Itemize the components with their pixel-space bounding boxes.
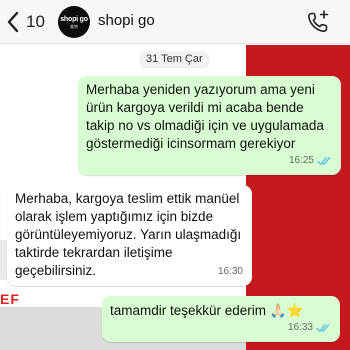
unread-count: 10 bbox=[26, 12, 45, 31]
chevron-left-icon bbox=[7, 11, 19, 33]
date-label: 31 Tem Çar bbox=[146, 53, 203, 65]
avatar-logo-subtext: 美物 bbox=[70, 23, 78, 29]
chat-title[interactable]: shopi go bbox=[98, 12, 155, 29]
back-button[interactable]: 10 bbox=[6, 8, 45, 36]
add-call-button[interactable] bbox=[305, 9, 331, 35]
message-bubble-incoming[interactable]: Merhaba, kargoya teslim ettik manüel ola… bbox=[7, 185, 252, 286]
phone-plus-icon bbox=[307, 10, 329, 33]
avatar-logo-text: shopi go bbox=[60, 15, 88, 23]
double-check-icon bbox=[316, 324, 330, 332]
message-bubble-outgoing[interactable]: Merhaba yeniden yazıyorum ama yeni ürün … bbox=[78, 76, 341, 175]
avatar[interactable]: shopi go 美物 bbox=[58, 6, 90, 38]
date-separator: 31 Tem Çar bbox=[140, 51, 209, 67]
chat-header: 10 shopi go 美物 shopi go bbox=[0, 0, 350, 44]
message-text: tamamdir teşekkür ederim 🙏🏻⭐ bbox=[110, 303, 304, 318]
message-meta: 16:25 bbox=[289, 152, 332, 170]
message-time: 16:33 bbox=[287, 322, 313, 333]
message-time: 16:30 bbox=[217, 266, 243, 277]
wallpaper-text: EF bbox=[0, 291, 20, 307]
message-text: Merhaba yeniden yazıyorum ama yeni ürün … bbox=[86, 82, 324, 151]
message-bubble-outgoing[interactable]: tamamdir teşekkür ederim 🙏🏻⭐ 16:33 bbox=[102, 296, 340, 342]
double-check-icon bbox=[317, 157, 331, 165]
message-meta: 16:30 bbox=[218, 263, 243, 281]
message-text: Merhaba, kargoya teslim ettik manüel ola… bbox=[15, 191, 242, 278]
message-meta: 16:33 bbox=[288, 319, 331, 337]
message-time: 16:25 bbox=[288, 155, 314, 166]
